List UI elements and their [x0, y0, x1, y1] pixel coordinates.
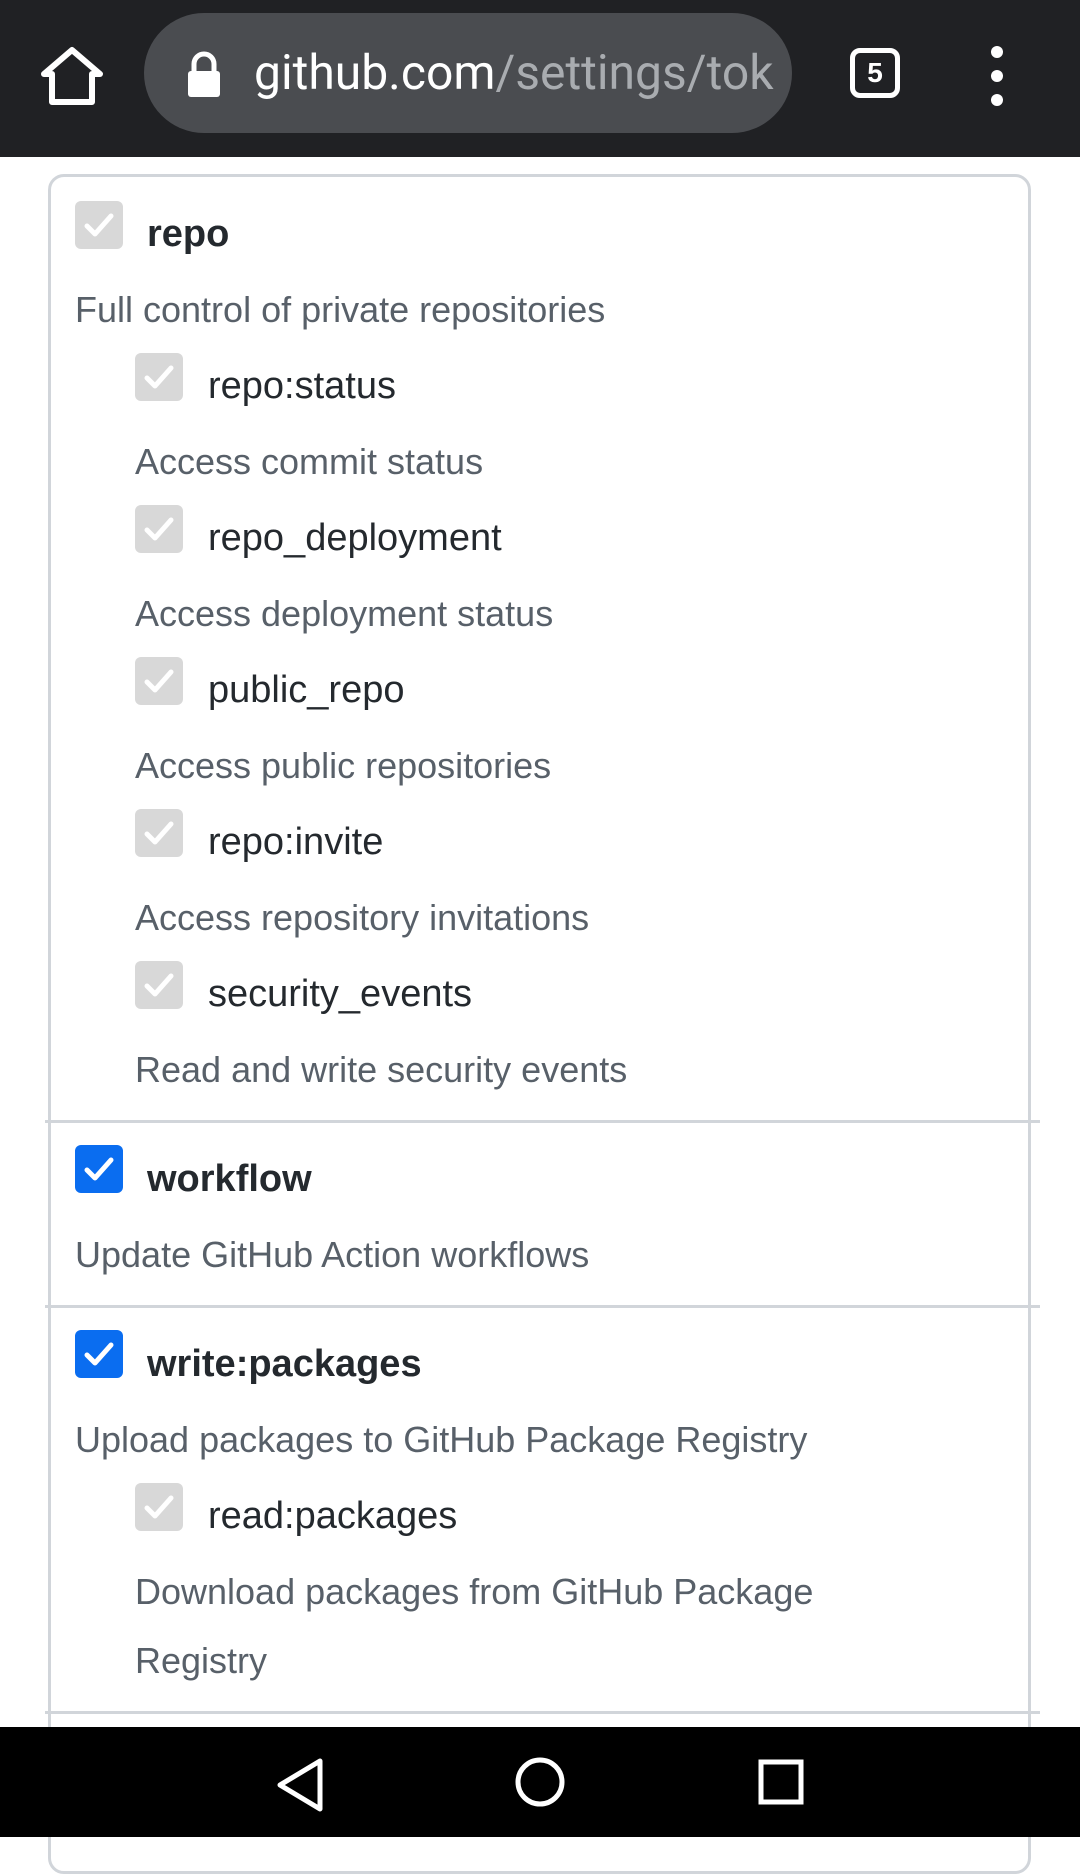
tab-switcher-button[interactable]: 5 — [850, 48, 900, 98]
scope-name-repo-invite: repo:invite — [208, 821, 384, 863]
lock-icon — [184, 51, 224, 99]
url-host: github.com — [254, 44, 496, 101]
divider — [45, 1120, 1040, 1123]
scope-name-read-packages: read:packages — [208, 1495, 458, 1537]
repo-invite-checkbox[interactable] — [135, 809, 183, 857]
recents-icon[interactable] — [758, 1759, 804, 1810]
address-bar[interactable]: github.com/settings/tok — [144, 13, 792, 133]
scope-name-security-events: security_events — [208, 973, 473, 1015]
home-icon[interactable] — [40, 44, 104, 108]
back-icon[interactable] — [276, 1757, 324, 1818]
more-menu-icon[interactable] — [985, 44, 1009, 108]
home-nav-icon[interactable] — [514, 1756, 566, 1813]
scope-name-write-packages: write:packages — [147, 1343, 422, 1385]
scope-description-repo-status: Access commit status — [135, 441, 484, 482]
divider — [45, 1711, 1040, 1714]
write-packages-checkbox[interactable] — [75, 1330, 123, 1378]
scope-name-workflow: workflow — [147, 1158, 312, 1200]
scope-description-security-events: Read and write security events — [135, 1049, 628, 1090]
scope-description-repo: Full control of private repositories — [75, 289, 606, 330]
scope-description-repo-invite: Access repository invitations — [135, 897, 590, 938]
scope-description-repo-deployment: Access deployment status — [135, 593, 554, 634]
scope-name-repo-status: repo:status — [208, 365, 396, 407]
scope-name-repo: repo — [147, 213, 230, 255]
scope-name-repo-deployment: repo_deployment — [208, 517, 502, 559]
public-repo-checkbox[interactable] — [135, 657, 183, 705]
divider — [45, 1305, 1040, 1308]
security-events-checkbox[interactable] — [135, 961, 183, 1009]
read-packages-checkbox[interactable] — [135, 1483, 183, 1531]
url-text: github.com/settings/tok — [254, 13, 774, 133]
repo-deployment-checkbox[interactable] — [135, 505, 183, 553]
repo-checkbox[interactable] — [75, 201, 123, 249]
scope-description-write-packages: Upload packages to GitHub Package Regist… — [75, 1419, 808, 1460]
scope-description-read-packages-line2: Registry — [135, 1640, 268, 1681]
url-path: /settings/tok — [495, 44, 774, 101]
scope-description-read-packages-line1: Download packages from GitHub Package — [135, 1571, 814, 1612]
browser-toolbar: github.com/settings/tok 5 — [0, 0, 1080, 157]
scope-name-public-repo: public_repo — [208, 669, 405, 711]
workflow-checkbox[interactable] — [75, 1145, 123, 1193]
repo-status-checkbox[interactable] — [135, 353, 183, 401]
scope-description-public-repo: Access public repositories — [135, 745, 552, 786]
system-navigation-bar — [0, 1727, 1080, 1837]
scope-description-workflow: Update GitHub Action workflows — [75, 1234, 590, 1275]
scopes-list: repo Full control of private repositorie… — [45, 174, 1040, 1874]
